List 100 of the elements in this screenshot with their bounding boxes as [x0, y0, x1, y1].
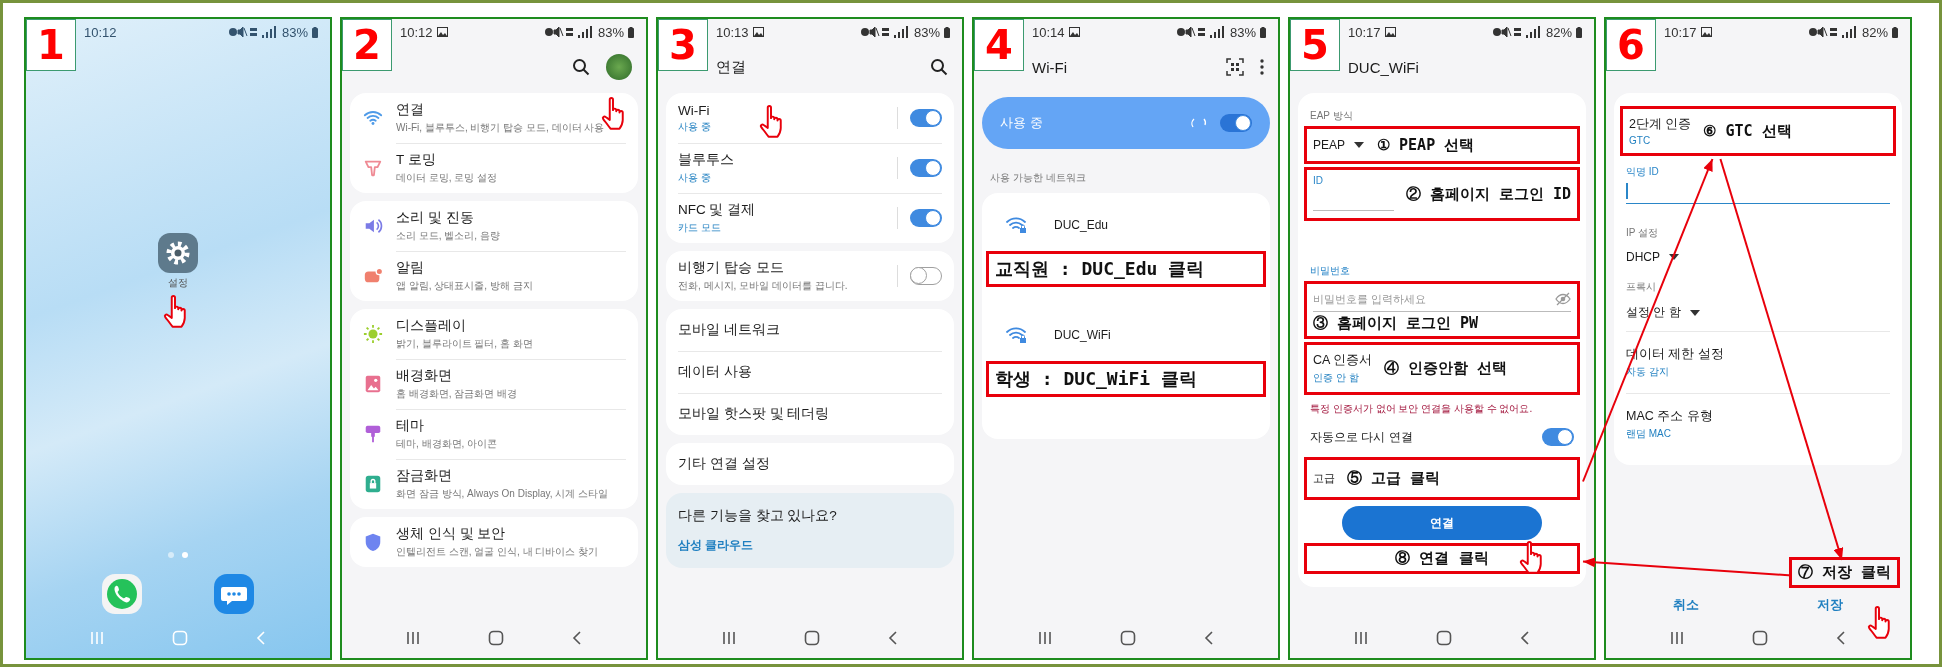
- item-subtitle: 인텔리전트 스캔, 얼굴 인식, 내 디바이스 찾기: [396, 545, 600, 559]
- qr-code-icon[interactable]: [1226, 58, 1244, 76]
- settings-item[interactable]: NFC 및 결제 카드 모드: [678, 193, 942, 243]
- item-title: 소리 및 진동: [396, 209, 475, 227]
- recent-apps-icon[interactable]: [1354, 631, 1368, 645]
- app-label[interactable]: 설정: [168, 275, 188, 290]
- back-icon[interactable]: [572, 631, 582, 645]
- menu-item[interactable]: 고급: [1313, 463, 1335, 494]
- back-icon[interactable]: [1204, 631, 1214, 645]
- item-title: 블루투스: [678, 151, 735, 169]
- chat-bubble-icon[interactable]: [214, 574, 254, 614]
- warning-text: 특정 인증서가 없어 보안 연결을 사용할 수 없어요.: [1310, 402, 1534, 416]
- dropdown[interactable]: PEAP: [1313, 132, 1365, 158]
- settings-item[interactable]: 생체 인식 및 보안 인텔리전트 스캔, 얼굴 인식, 내 디바이스 찾기: [362, 517, 626, 567]
- home-icon[interactable]: [1436, 630, 1452, 646]
- callout-text: ⑥ GTC 선택: [1703, 121, 1792, 141]
- item-subtitle: 전화, 메시지, 모바일 데이터를 끕니다.: [678, 279, 849, 293]
- callout-text: ⑧ 연결 클릭: [1395, 549, 1489, 568]
- avatar[interactable]: [606, 54, 632, 80]
- settings-item[interactable]: 배경화면 홈 배경화면, 잠금화면 배경: [362, 359, 626, 409]
- status-icons-drawing: [1491, 26, 1542, 38]
- item-subtitle: 화면 잠금 방식, Always On Display, 시계 스타일: [396, 487, 610, 501]
- gallery-icon: [436, 27, 448, 37]
- settings-item[interactable]: 알림 앱 알림, 상태표시줄, 방해 금지: [362, 251, 626, 301]
- toggle-switch[interactable]: [910, 159, 942, 177]
- settings-item[interactable]: 모바일 네트워크: [678, 309, 942, 351]
- back-icon[interactable]: [1520, 631, 1530, 645]
- connect-button[interactable]: 연결: [1342, 506, 1542, 540]
- status-icons-drawing: [1175, 26, 1226, 38]
- gear-icon[interactable]: [158, 232, 198, 273]
- battery-icon: [1576, 26, 1582, 38]
- eye-slash-icon[interactable]: [1555, 292, 1571, 306]
- settings-item[interactable]: 테마 테마, 배경화면, 아이콘: [362, 409, 626, 459]
- settings-item[interactable]: 모바일 핫스팟 및 테더링: [678, 393, 942, 435]
- settings-item[interactable]: 소리 및 진동 소리 모드, 벨소리, 음량: [362, 201, 626, 251]
- recent-apps-icon[interactable]: [722, 631, 736, 645]
- callout-text: ④ 인증안함 선택: [1384, 359, 1508, 378]
- item-title: 모바일 네트워크: [678, 321, 781, 339]
- item-subtitle: 인증 안 함: [1313, 371, 1360, 385]
- settings-item[interactable]: 비행기 탑승 모드 전화, 메시지, 모바일 데이터를 끕니다.: [678, 251, 942, 301]
- toggle-switch[interactable]: [910, 109, 942, 127]
- settings-item[interactable]: MAC 주소 유형 랜덤 MAC: [1626, 404, 1890, 445]
- search-icon[interactable]: [572, 58, 590, 76]
- settings-item[interactable]: 연결 Wi-Fi, 블루투스, 비행기 탑승 모드, 데이터 사용: [362, 93, 626, 143]
- recent-apps-icon[interactable]: [1038, 631, 1052, 645]
- toggle-switch[interactable]: [1220, 114, 1252, 132]
- step-number: 4: [974, 19, 1024, 71]
- toggle-switch[interactable]: [910, 267, 942, 285]
- settings-item[interactable]: CA 인증서 인증 안 함: [1313, 348, 1373, 389]
- text-button[interactable]: 저장: [1809, 592, 1851, 618]
- settings-item[interactable]: 블루투스 사용 중: [678, 143, 942, 193]
- suggestion-link[interactable]: 삼성 클라우드: [678, 537, 942, 554]
- item-title: 테마: [396, 417, 425, 435]
- recent-apps-icon[interactable]: [406, 631, 420, 645]
- item-subtitle: 사용 중: [678, 171, 712, 185]
- gallery-icon: [1700, 27, 1712, 37]
- back-icon[interactable]: [1836, 631, 1846, 645]
- settings-item[interactable]: 잠금화면 화면 잠금 방식, Always On Display, 시계 스타일: [362, 459, 626, 509]
- item-subtitle: GTC: [1629, 135, 1652, 146]
- dropdown[interactable]: DHCP: [1626, 244, 1680, 270]
- back-icon[interactable]: [888, 631, 898, 645]
- search-icon[interactable]: [930, 58, 948, 76]
- settings-item[interactable]: 2단계 인증 GTC: [1629, 112, 1692, 150]
- page-dot[interactable]: [182, 552, 188, 558]
- item-title: CA 인증서: [1313, 352, 1373, 369]
- switch-label: 자동으로 다시 연결: [1310, 428, 1414, 446]
- battery-icon: [1260, 26, 1266, 38]
- item-title: 2단계 인증: [1629, 116, 1692, 133]
- network-item[interactable]: DUC_WiFi: [994, 313, 1258, 357]
- network-item[interactable]: DUC_Edu: [994, 203, 1258, 247]
- page-dot[interactable]: [168, 552, 174, 558]
- step-number: 2: [342, 19, 392, 71]
- battery-percent: 83%: [1229, 24, 1256, 40]
- home-icon[interactable]: [1752, 630, 1768, 646]
- settings-item[interactable]: Wi-Fi 사용 중: [678, 93, 942, 143]
- settings-item[interactable]: T 로밍 데이터 로밍, 로밍 설정: [362, 143, 626, 193]
- recent-apps-icon[interactable]: [1670, 631, 1684, 645]
- wifi-lock-icon: [1006, 216, 1028, 234]
- more-options-icon[interactable]: [1260, 59, 1264, 75]
- dropdown[interactable]: 설정 안 함: [1626, 298, 1701, 327]
- item-title: MAC 주소 유형: [1626, 408, 1714, 425]
- home-icon[interactable]: [804, 630, 820, 646]
- field-label: EAP 방식: [1310, 109, 1354, 123]
- battery-icon: [628, 26, 634, 38]
- status-icons-drawing: [859, 26, 910, 38]
- toggle-switch[interactable]: [910, 209, 942, 227]
- settings-item[interactable]: 데이터 사용: [678, 351, 942, 393]
- phone-icon[interactable]: [102, 574, 142, 614]
- item-subtitle: 카드 모드: [678, 221, 722, 235]
- settings-item[interactable]: 기타 연결 설정: [678, 443, 942, 485]
- section-label: 사용 가능한 네트워크: [989, 171, 1087, 185]
- status-icons-drawing: [227, 26, 278, 38]
- home-icon[interactable]: [1120, 630, 1136, 646]
- item-title: 잠금화면: [396, 467, 453, 485]
- settings-item[interactable]: 디스플레이 밝기, 블루라이트 필터, 홈 화면: [362, 309, 626, 359]
- home-icon[interactable]: [488, 630, 504, 646]
- text-button[interactable]: 취소: [1665, 592, 1707, 618]
- toggle-switch[interactable]: [1542, 428, 1574, 446]
- screen-title: DUC_WiFi: [1348, 58, 1420, 76]
- field-label: 익명 ID: [1626, 165, 1660, 179]
